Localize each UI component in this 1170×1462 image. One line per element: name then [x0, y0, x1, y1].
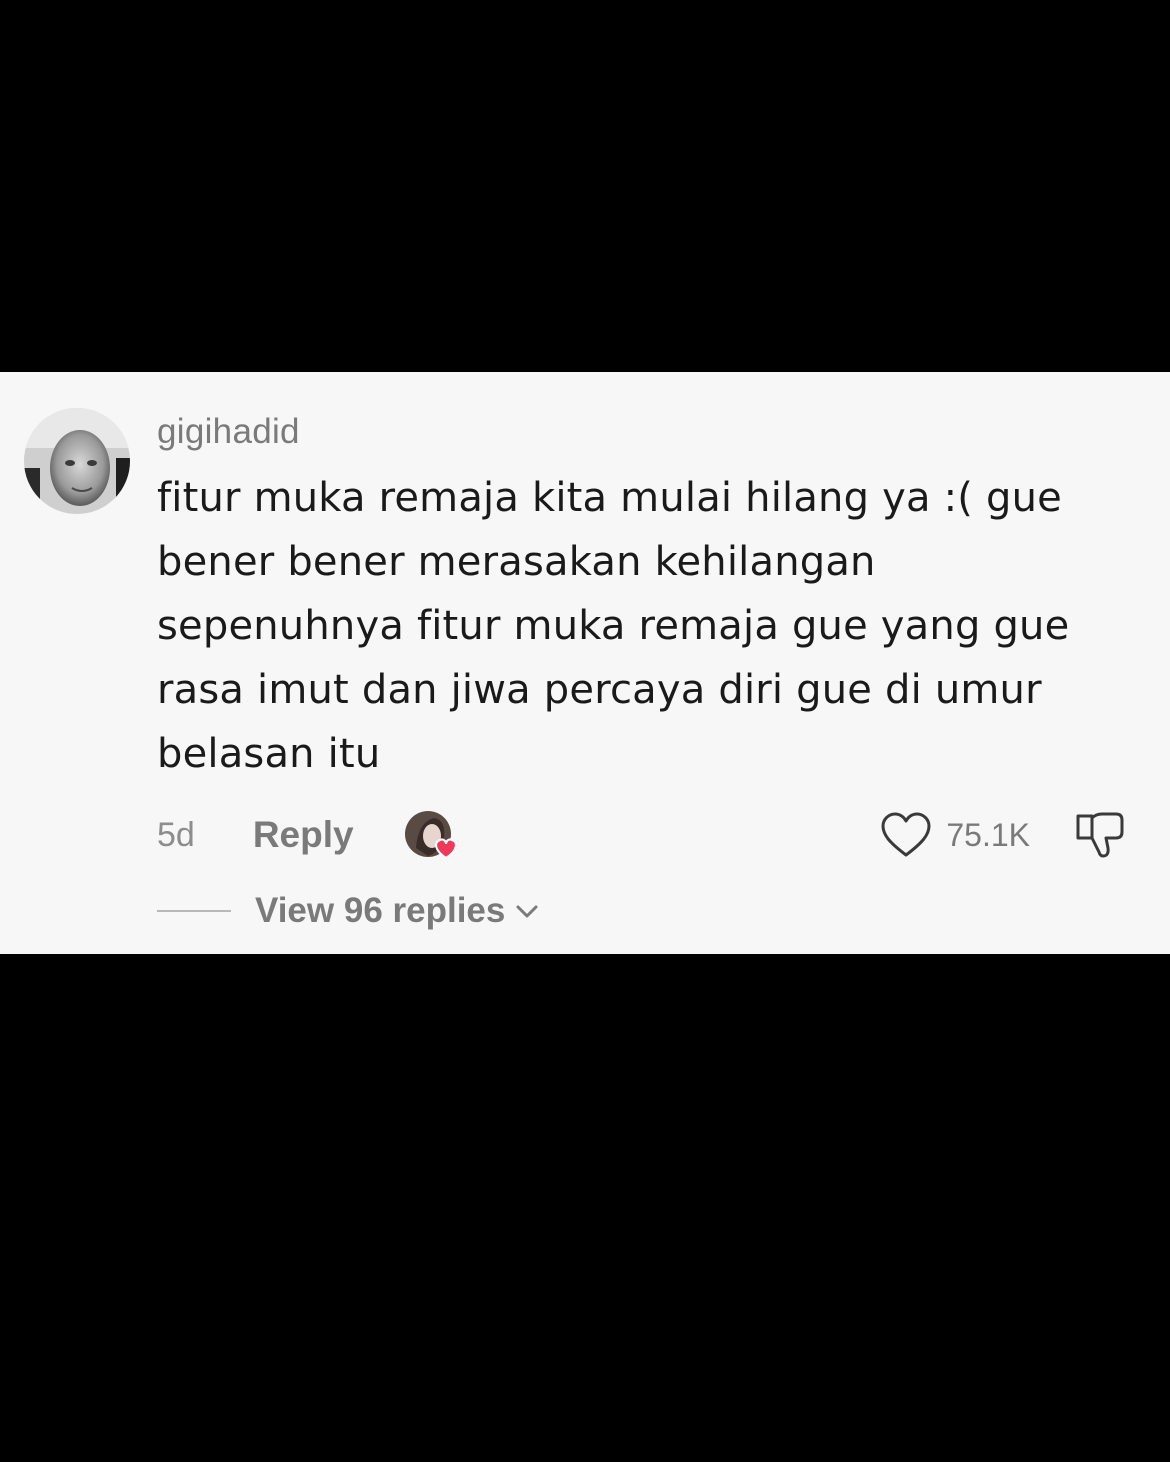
heart-badge-icon	[434, 838, 457, 860]
avatar[interactable]	[24, 408, 130, 514]
view-replies-button[interactable]: View 96 replies	[157, 886, 541, 936]
comment-username[interactable]: gigihadid	[157, 412, 300, 452]
comment-meta-row: 5d Reply	[157, 808, 462, 862]
screen: gigihadid fitur muka remaja kita mulai h…	[0, 0, 1170, 1462]
creator-liked-badge	[404, 808, 462, 862]
chevron-down-icon	[516, 905, 538, 918]
dislike-button[interactable]	[1072, 806, 1128, 862]
thumbs-down-icon	[1076, 812, 1124, 858]
replies-divider	[157, 910, 231, 912]
heart-outline-icon	[881, 812, 931, 857]
like-count: 75.1K	[946, 816, 1030, 853]
like-button[interactable]: 75.1K	[880, 808, 1030, 862]
view-replies-label: View 96 replies	[255, 891, 506, 930]
comment-timestamp: 5d	[157, 815, 195, 854]
reply-button[interactable]: Reply	[253, 814, 354, 856]
comment-card: gigihadid fitur muka remaja kita mulai h…	[0, 372, 1170, 954]
comment-text: fitur muka remaja kita mulai hilang ya :…	[157, 475, 1070, 777]
